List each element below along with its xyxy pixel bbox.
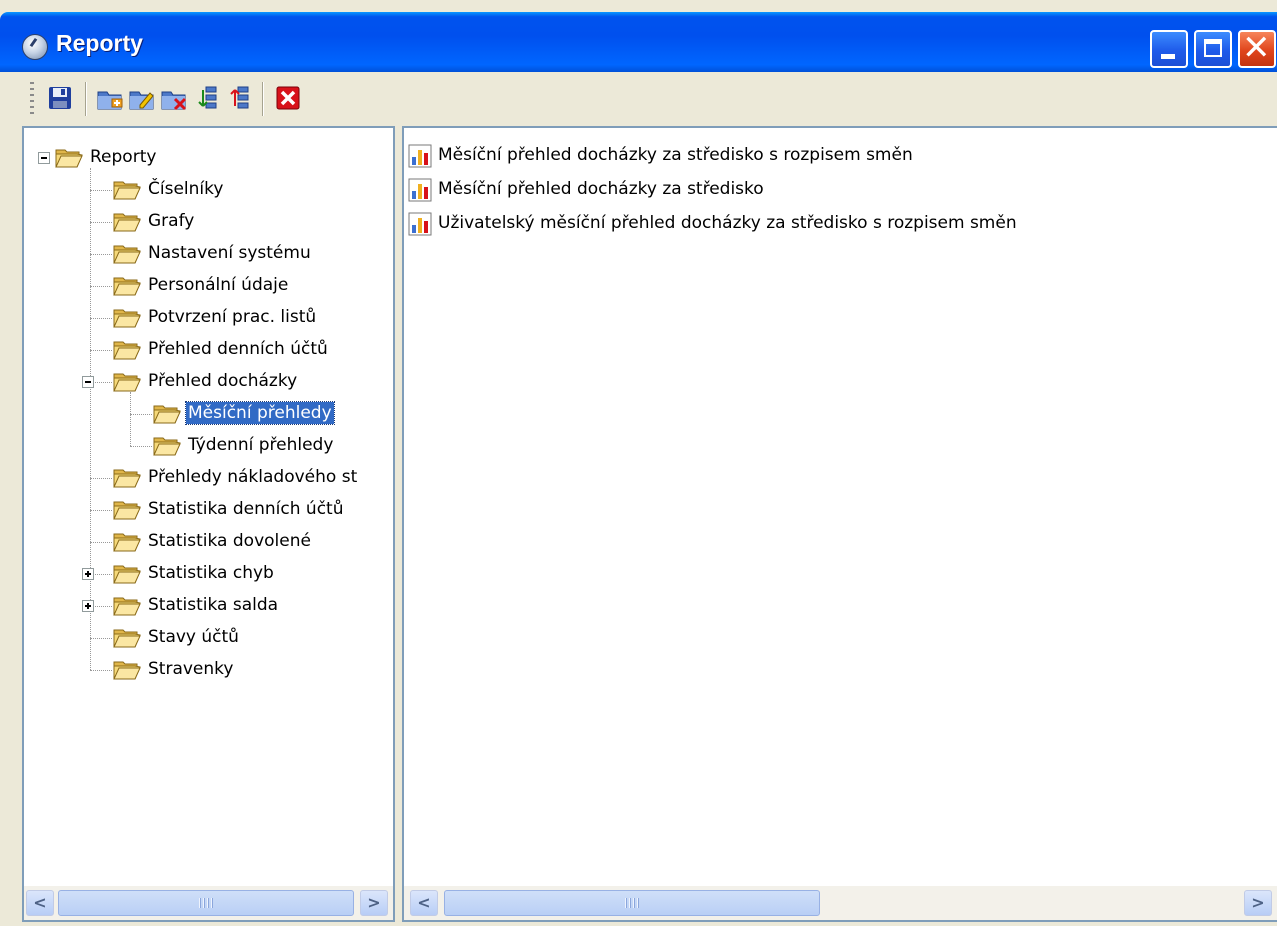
edit-folder-icon[interactable] (128, 84, 156, 112)
tree-node[interactable]: Měsíční přehledy (24, 400, 393, 428)
folder-icon (112, 466, 142, 488)
tree-node[interactable]: Číselníky (24, 176, 393, 204)
tree-node-label: Statistika denních účtů (148, 499, 344, 519)
toolbar (0, 72, 1277, 124)
tree-node[interactable]: Statistika chyb (24, 560, 393, 588)
window-title: Reporty (56, 30, 143, 56)
report-list-item[interactable]: Měsíční přehled docházky za středisko (408, 174, 1268, 204)
tree-node[interactable]: Přehledy nákladového st (24, 464, 393, 492)
title-bar[interactable]: Reporty ✕ (0, 12, 1277, 72)
folder-icon (152, 434, 182, 456)
folder-icon (112, 178, 142, 200)
app-icon (22, 34, 48, 60)
folder-icon (112, 498, 142, 520)
report-list-item[interactable]: Uživatelský měsíční přehled docházky za … (408, 208, 1268, 238)
folder-icon (112, 594, 142, 616)
tree-node[interactable]: Týdenní přehledy (24, 432, 393, 460)
close-icon[interactable] (274, 84, 302, 112)
tree-node-label: Personální údaje (148, 275, 289, 295)
tree-node[interactable]: Stravenky (24, 656, 393, 684)
toolbar-separator (262, 82, 264, 116)
scroll-left-button[interactable]: < (26, 890, 54, 916)
folder-icon (112, 306, 142, 328)
folder-icon (112, 338, 142, 360)
tree-node-label: Grafy (148, 211, 195, 231)
tree-node[interactable]: Přehled denních účtů (24, 336, 393, 364)
move-up-icon[interactable] (224, 84, 252, 112)
folder-icon (112, 562, 142, 584)
tree-node-label: Přehledy nákladového st (148, 467, 358, 487)
tree-node-label: Přehled docházky (148, 371, 298, 391)
report-label: Uživatelský měsíční přehled docházky za … (438, 213, 1017, 233)
save-icon[interactable] (46, 84, 74, 112)
folder-icon (112, 658, 142, 680)
tree-node[interactable]: Nastavení systému (24, 240, 393, 268)
collapse-icon[interactable] (38, 152, 50, 164)
scroll-right-button[interactable]: > (360, 890, 388, 916)
close-icon: ✕ (1242, 28, 1271, 68)
expand-icon[interactable] (82, 600, 94, 612)
minimize-icon (1161, 54, 1175, 59)
tree-node-label: Statistika chyb (148, 563, 274, 583)
folder-icon (112, 626, 142, 648)
folder-icon (112, 242, 142, 264)
scroll-right-button[interactable]: > (1244, 890, 1272, 916)
tree-node[interactable]: Statistika dovolené (24, 528, 393, 556)
maximize-button[interactable] (1194, 30, 1232, 68)
scrollbar-grip (199, 898, 215, 908)
reporty-window: Reporty ✕ Reporty Číselníky Grafy Nastav… (0, 0, 1277, 926)
tree-node-label: Číselníky (148, 179, 224, 199)
tree-node-label: Stravenky (148, 659, 234, 679)
new-folder-icon[interactable] (96, 84, 124, 112)
minimize-button[interactable] (1150, 30, 1188, 68)
bar-chart-report-icon (408, 178, 432, 202)
folder-icon (112, 210, 142, 232)
tree-node-label: Přehled denních účtů (148, 339, 328, 359)
report-label: Měsíční přehled docházky za středisko s … (438, 145, 913, 165)
tree-node-label: Potvrzení prac. listů (148, 307, 317, 327)
report-label: Měsíční přehled docházky za středisko (438, 179, 764, 199)
folder-icon (112, 530, 142, 552)
tree-node-label: Nastavení systému (148, 243, 311, 263)
tree-node[interactable]: Grafy (24, 208, 393, 236)
toolbar-separator (85, 82, 87, 116)
tree-node-label: Statistika dovolené (148, 531, 311, 551)
report-list-item[interactable]: Měsíční přehled docházky za středisko s … (408, 140, 1268, 170)
folder-icon (112, 370, 142, 392)
delete-folder-icon[interactable] (160, 84, 188, 112)
folder-icon (152, 402, 182, 424)
tree-node-label: Týdenní přehledy (188, 435, 334, 455)
tree-node[interactable]: Přehled docházky (24, 368, 393, 396)
tree-node[interactable]: Personální údaje (24, 272, 393, 300)
folder-icon (112, 274, 142, 296)
bar-chart-report-icon (408, 212, 432, 236)
toolbar-grip[interactable] (30, 82, 34, 116)
tree-node-label: Stavy účtů (148, 627, 239, 647)
tree-node-label-selected: Měsíční přehledy (185, 401, 335, 425)
bar-chart-report-icon (408, 144, 432, 168)
collapse-icon[interactable] (82, 376, 94, 388)
close-window-button[interactable]: ✕ (1238, 28, 1276, 68)
tree-node-label: Statistika salda (148, 595, 279, 615)
scrollbar-thumb[interactable] (444, 890, 820, 916)
scroll-left-button[interactable]: < (410, 890, 438, 916)
scrollbar-grip (625, 898, 641, 908)
tree-node[interactable]: Reporty (24, 144, 393, 172)
tree-horizontal-scrollbar[interactable]: < > (24, 886, 393, 920)
report-list-horizontal-scrollbar[interactable]: < > (404, 886, 1277, 920)
folder-tree-pane[interactable]: Reporty Číselníky Grafy Nastavení systému Pe… (22, 126, 395, 922)
tree-node[interactable]: Statistika denních účtů (24, 496, 393, 524)
move-down-icon[interactable] (192, 84, 220, 112)
tree-node[interactable]: Statistika salda (24, 592, 393, 620)
maximize-icon (1204, 39, 1222, 57)
tree-node[interactable]: Stavy účtů (24, 624, 393, 652)
report-list-pane[interactable]: Měsíční přehled docházky za středisko s … (402, 126, 1277, 922)
expand-icon[interactable] (82, 568, 94, 580)
tree-node[interactable]: Potvrzení prac. listů (24, 304, 393, 332)
folder-icon (54, 146, 84, 168)
scrollbar-thumb[interactable] (58, 890, 354, 916)
tree-node-label: Reporty (90, 147, 157, 167)
